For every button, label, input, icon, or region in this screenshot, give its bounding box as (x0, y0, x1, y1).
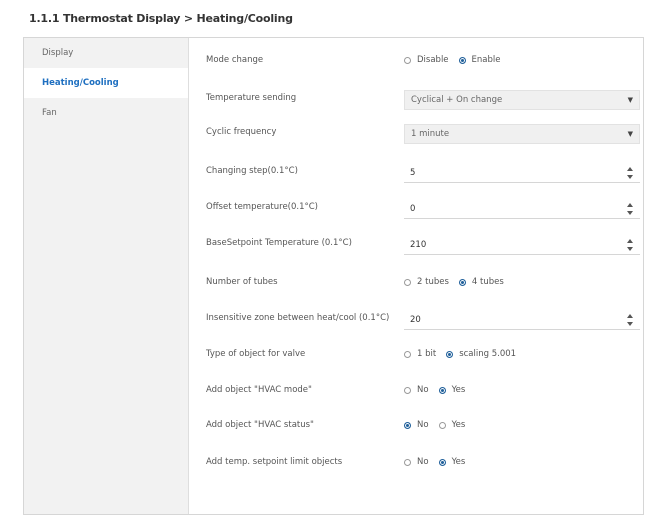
offset-temperature-row: Offset temperature(0.1°C) 0 (190, 195, 644, 219)
title-bar: 1.1.1 Thermostat Display > Heating/Cooli… (0, 0, 654, 36)
radio-selected-icon (446, 350, 454, 358)
add-hvac-status-radio-group: No Yes (404, 415, 640, 435)
insensitive-zone-label: Insensitive zone between heat/cool (0.1°… (206, 313, 390, 323)
add-setpoint-limit-label: Add temp. setpoint limit objects (206, 457, 343, 467)
mode-change-radio-group: Disable Enable (404, 50, 640, 70)
radio-selected-icon (404, 421, 411, 429)
sidebar-item-fan[interactable]: Fan (24, 98, 188, 128)
settings-form: Mode change Disable Enable Temperature s… (190, 38, 644, 514)
stepper-value: 0 (410, 203, 416, 214)
sidebar-item-label: Heating/Cooling (42, 78, 119, 88)
radio-unselected-icon (404, 350, 411, 358)
two-tubes-radio[interactable]: 2 tubes (404, 277, 449, 287)
changing-step-stepper[interactable]: 5 (404, 163, 640, 183)
dropdown-arrow-icon: ▼ (627, 130, 633, 138)
offset-temperature-label: Offset temperature(0.1°C) (206, 202, 319, 212)
radio-label: No (417, 420, 429, 430)
sidebar-item-display[interactable]: Display (24, 38, 188, 68)
radio-label: No (417, 457, 429, 467)
base-setpoint-label: BaseSetpoint Temperature (0.1°C) (206, 238, 352, 248)
add-hvac-mode-row: Add object "HVAC mode" No Yes (190, 378, 644, 402)
radio-selected-icon (458, 278, 466, 286)
radio-label: 4 tubes (471, 277, 504, 287)
temperature-sending-row: Temperature sending Cyclical + On change… (190, 86, 644, 110)
select-value: Cyclical + On change (411, 95, 503, 105)
stepper-value: 20 (410, 314, 421, 325)
radio-unselected-icon (404, 458, 411, 466)
add-setpoint-limit-row: Add temp. setpoint limit objects No Yes (190, 450, 644, 474)
sidebar-item-heating-cooling[interactable]: Heating/Cooling (24, 68, 188, 98)
insensitive-zone-row: Insensitive zone between heat/cool (0.1°… (190, 306, 644, 330)
radio-label: scaling 5.001 (459, 349, 517, 359)
stepper-value: 5 (410, 167, 416, 178)
stepper-value: 210 (410, 239, 427, 250)
hvac-mode-yes-radio[interactable]: Yes (438, 385, 466, 395)
base-setpoint-row: BaseSetpoint Temperature (0.1°C) 210 (190, 231, 644, 255)
type-of-object-radio-group: 1 bit scaling 5.001 (404, 344, 640, 364)
radio-selected-icon (438, 458, 446, 466)
mode-change-disable-radio[interactable]: Disable (404, 55, 449, 65)
hvac-mode-no-radio[interactable]: No (404, 385, 429, 395)
radio-label: Enable (471, 55, 501, 65)
radio-label: Yes (451, 385, 466, 395)
radio-label: Disable (417, 55, 449, 65)
spinner-arrows-icon[interactable] (626, 166, 634, 180)
insensitive-zone-stepper[interactable]: 20 (404, 310, 640, 330)
base-setpoint-stepper[interactable]: 210 (404, 235, 640, 255)
spinner-arrows-icon[interactable] (626, 202, 634, 216)
setpoint-limit-no-radio[interactable]: No (404, 457, 429, 467)
hvac-status-no-radio[interactable]: No (404, 420, 429, 430)
add-setpoint-limit-radio-group: No Yes (404, 452, 640, 472)
radio-label: No (417, 385, 429, 395)
hvac-status-yes-radio[interactable]: Yes (438, 420, 466, 430)
scaling-radio[interactable]: scaling 5.001 (446, 349, 516, 359)
mode-change-label: Mode change (206, 55, 264, 65)
number-of-tubes-row: Number of tubes 2 tubes 4 tubes (190, 270, 644, 294)
radio-unselected-icon (404, 56, 411, 64)
changing-step-label: Changing step(0.1°C) (206, 166, 298, 176)
four-tubes-radio[interactable]: 4 tubes (458, 277, 504, 287)
mode-change-enable-radio[interactable]: Enable (458, 55, 501, 65)
add-hvac-mode-label: Add object "HVAC mode" (206, 385, 312, 395)
offset-temperature-stepper[interactable]: 0 (404, 199, 640, 219)
cyclic-frequency-label: Cyclic frequency (206, 127, 277, 137)
radio-label: 2 tubes (417, 277, 449, 287)
type-of-object-label: Type of object for valve (206, 349, 306, 359)
type-of-object-row: Type of object for valve 1 bit scaling 5… (190, 342, 644, 366)
sidebar-item-label: Display (42, 48, 74, 58)
number-of-tubes-label: Number of tubes (206, 277, 278, 287)
radio-label: Yes (451, 457, 466, 467)
one-bit-radio[interactable]: 1 bit (404, 349, 436, 359)
spinner-arrows-icon[interactable] (626, 238, 634, 252)
spinner-arrows-icon[interactable] (626, 313, 634, 327)
radio-selected-icon (438, 386, 446, 394)
radio-selected-icon (458, 56, 466, 64)
page-title: 1.1.1 Thermostat Display > Heating/Cooli… (29, 11, 293, 25)
select-value: 1 minute (411, 129, 450, 139)
temperature-sending-label: Temperature sending (206, 93, 297, 103)
temperature-sending-select[interactable]: Cyclical + On change ▼ (404, 90, 640, 110)
sidebar-item-label: Fan (42, 108, 57, 118)
radio-label: 1 bit (417, 349, 437, 359)
radio-unselected-icon (404, 278, 411, 286)
sidebar: Display Heating/Cooling Fan (24, 38, 189, 514)
mode-change-row: Mode change Disable Enable (190, 48, 644, 72)
setpoint-limit-yes-radio[interactable]: Yes (438, 457, 466, 467)
radio-unselected-icon (404, 386, 411, 394)
dropdown-arrow-icon: ▼ (627, 96, 633, 104)
cyclic-frequency-row: Cyclic frequency 1 minute ▼ (190, 120, 644, 144)
number-of-tubes-radio-group: 2 tubes 4 tubes (404, 272, 640, 292)
radio-label: Yes (451, 420, 466, 430)
add-hvac-mode-radio-group: No Yes (404, 380, 640, 400)
radio-unselected-icon (438, 421, 446, 429)
add-hvac-status-label: Add object "HVAC status" (206, 420, 314, 430)
cyclic-frequency-select[interactable]: 1 minute ▼ (404, 124, 640, 144)
add-hvac-status-row: Add object "HVAC status" No Yes (190, 413, 644, 437)
changing-step-row: Changing step(0.1°C) 5 (190, 159, 644, 183)
